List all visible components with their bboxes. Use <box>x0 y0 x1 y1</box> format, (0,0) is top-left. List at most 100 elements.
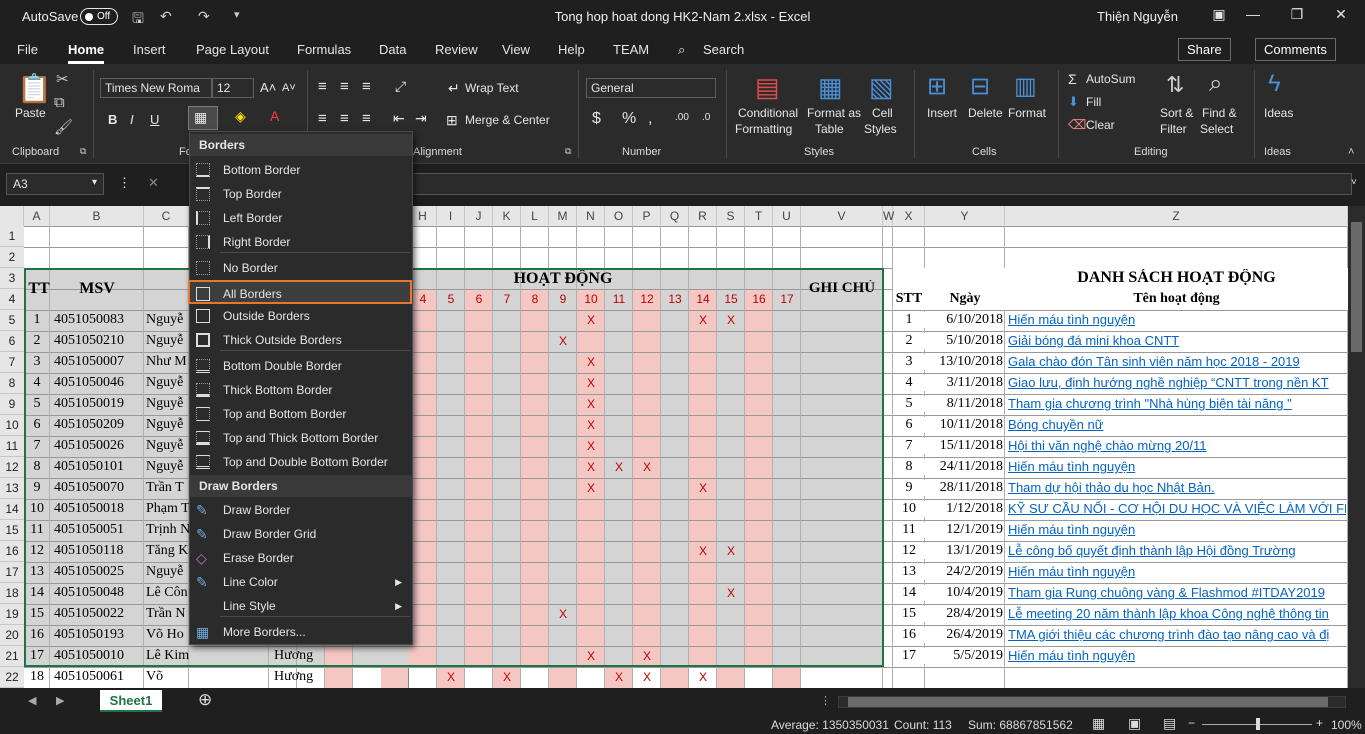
decrease-decimal-icon[interactable]: .0 <box>702 112 710 123</box>
wrap-text-button[interactable]: Wrap Text <box>465 81 519 95</box>
decrease-indent-icon[interactable]: ⇤ <box>393 110 405 127</box>
user-name[interactable]: Thiện Nguyễn <box>1097 9 1178 24</box>
border-option-all-borders[interactable]: All Borders <box>188 280 412 304</box>
activity-link[interactable]: Hiến máu tình nguyện <box>1008 522 1346 537</box>
tab-view[interactable]: View <box>502 42 530 57</box>
copy-icon[interactable]: ⧉ <box>54 94 65 111</box>
merge-center-button[interactable]: Merge & Center <box>465 113 550 127</box>
border-option-top-and-thick-bottom-border[interactable]: Top and Thick Bottom Border <box>190 426 412 450</box>
border-option-bottom-double-border[interactable]: Bottom Double Border <box>190 354 412 378</box>
row-header[interactable]: 5 <box>0 310 24 331</box>
draw-option-line-style[interactable]: Line Style ▶ <box>190 594 412 618</box>
border-option-thick-outside-borders[interactable]: Thick Outside Borders <box>190 328 412 352</box>
activity-link[interactable]: Hiến máu tình nguyện <box>1008 459 1346 474</box>
row-header[interactable]: 19 <box>0 604 24 625</box>
row-header[interactable]: 20 <box>0 625 24 646</box>
column-header[interactable]: L <box>521 206 549 226</box>
name-box[interactable]: A3 <box>6 173 104 195</box>
activity-link[interactable]: Hội thi văn nghệ chào mừng 20/11 <box>1008 438 1346 453</box>
tab-help[interactable]: Help <box>558 42 585 57</box>
sort-filter-label-1[interactable]: Sort & <box>1160 106 1193 120</box>
ideas-button[interactable]: Ideas <box>1264 106 1293 120</box>
tab-page-layout[interactable]: Page Layout <box>196 42 269 57</box>
draw-option-erase-border[interactable]: ◇ Erase Border <box>190 546 412 570</box>
increase-decimal-icon[interactable]: .00 <box>675 112 689 123</box>
column-header[interactable]: X <box>893 206 925 226</box>
paste-icon[interactable]: 📋 <box>17 72 52 105</box>
sort-filter-label-2[interactable]: Filter <box>1160 122 1187 136</box>
tab-team[interactable]: TEAM <box>613 42 649 57</box>
cell-styles-label-2[interactable]: Styles <box>864 122 897 136</box>
cancel-icon[interactable]: ✕ <box>148 175 159 191</box>
activity-link[interactable]: KỸ SƯ CẦU NỐI - CƠ HỘI DU HỌC VÀ VIỆC LÀ… <box>1008 501 1346 516</box>
font-size-combo[interactable]: 12 <box>212 78 254 98</box>
underline-icon[interactable]: U <box>150 112 159 127</box>
orientation-icon[interactable]: ⤢ <box>395 78 406 95</box>
column-header[interactable]: U <box>773 206 801 226</box>
more-options-icon[interactable]: ⋮ <box>118 175 131 191</box>
accounting-format-icon[interactable]: $ <box>592 110 601 128</box>
zoom-in-icon[interactable]: + <box>1316 716 1323 730</box>
draw-option-line-color[interactable]: ✎ Line Color ▶ <box>190 570 412 594</box>
row-header[interactable]: 17 <box>0 562 24 583</box>
align-bottom-icon[interactable]: ≡ <box>362 78 371 95</box>
tab-review[interactable]: Review <box>435 42 478 57</box>
tab-split-icon[interactable]: ⋮ <box>820 694 831 707</box>
prev-sheet-icon[interactable]: ◀ <box>28 694 36 707</box>
normal-view-icon[interactable]: ▦ <box>1092 715 1105 732</box>
border-option-left-border[interactable]: Left Border <box>190 206 412 230</box>
zoom-level[interactable]: 100% <box>1331 718 1362 732</box>
increase-font-icon[interactable]: A˄ <box>260 80 276 95</box>
column-header[interactable]: Y <box>925 206 1005 226</box>
activity-link[interactable]: Hiến máu tình nguyện <box>1008 648 1346 663</box>
column-header[interactable]: P <box>633 206 661 226</box>
page-layout-view-icon[interactable]: ▣ <box>1128 715 1141 732</box>
restore-icon[interactable]: ❐ <box>1274 6 1320 23</box>
cell-styles-label-1[interactable]: Cell <box>872 106 893 120</box>
column-header[interactable]: V <box>801 206 883 226</box>
increase-indent-icon[interactable]: ⇥ <box>415 110 427 127</box>
font-name-combo[interactable]: Times New Roma <box>100 78 212 98</box>
align-top-icon[interactable]: ≡ <box>318 78 327 95</box>
column-header[interactable]: R <box>689 206 717 226</box>
activity-link[interactable]: Giao lưu, định hướng nghề nghiệp “CNTT t… <box>1008 375 1346 390</box>
name-box-dropdown-icon[interactable]: ▾ <box>92 177 97 188</box>
row-header[interactable]: 11 <box>0 436 24 457</box>
row-header[interactable]: 13 <box>0 478 24 499</box>
align-middle-icon[interactable]: ≡ <box>340 78 349 95</box>
format-cells-button[interactable]: Format <box>1008 106 1046 120</box>
row-header[interactable]: 4 <box>0 289 24 310</box>
column-header[interactable]: C <box>144 206 189 226</box>
column-header[interactable]: S <box>717 206 745 226</box>
activity-link[interactable]: TMA giới thiệu các chương trình đào tạo … <box>1008 627 1346 642</box>
row-header[interactable]: 2 <box>0 247 24 268</box>
column-header[interactable]: B <box>50 206 144 226</box>
horizontal-scroll-thumb[interactable] <box>848 697 1328 707</box>
column-header[interactable]: T <box>745 206 773 226</box>
border-option-bottom-border[interactable]: Bottom Border <box>190 158 412 182</box>
border-option-top-and-bottom-border[interactable]: Top and Bottom Border <box>190 402 412 426</box>
percent-style-icon[interactable]: % <box>622 110 636 128</box>
bold-icon[interactable]: B <box>108 112 117 127</box>
formula-input[interactable] <box>412 173 1352 195</box>
border-option-top-and-double-bottom-border[interactable]: Top and Double Bottom Border <box>190 450 412 474</box>
row-header[interactable]: 10 <box>0 415 24 436</box>
comma-style-icon[interactable]: , <box>648 110 652 128</box>
column-header[interactable]: O <box>605 206 633 226</box>
select-all-corner[interactable] <box>0 206 24 226</box>
activity-link[interactable]: Gala chào đón Tân sinh viên năm học 2018… <box>1008 354 1346 369</box>
paste-button[interactable]: Paste <box>15 106 46 120</box>
page-break-view-icon[interactable]: ▤ <box>1163 715 1176 732</box>
column-header[interactable]: N <box>577 206 605 226</box>
find-select-label-2[interactable]: Select <box>1200 122 1233 136</box>
activity-link[interactable]: Bóng chuyền nữ <box>1008 417 1346 432</box>
cut-icon[interactable]: ✂ <box>56 70 69 88</box>
minimize-icon[interactable]: — <box>1230 6 1276 22</box>
column-header[interactable]: H <box>409 206 437 226</box>
row-header[interactable]: 16 <box>0 541 24 562</box>
tab-data[interactable]: Data <box>379 42 406 57</box>
row-header[interactable]: 22 <box>0 667 24 688</box>
number-format-combo[interactable]: General <box>586 78 716 98</box>
clear-button[interactable]: Clear <box>1086 118 1115 132</box>
delete-cells-button[interactable]: Delete <box>968 106 1003 120</box>
